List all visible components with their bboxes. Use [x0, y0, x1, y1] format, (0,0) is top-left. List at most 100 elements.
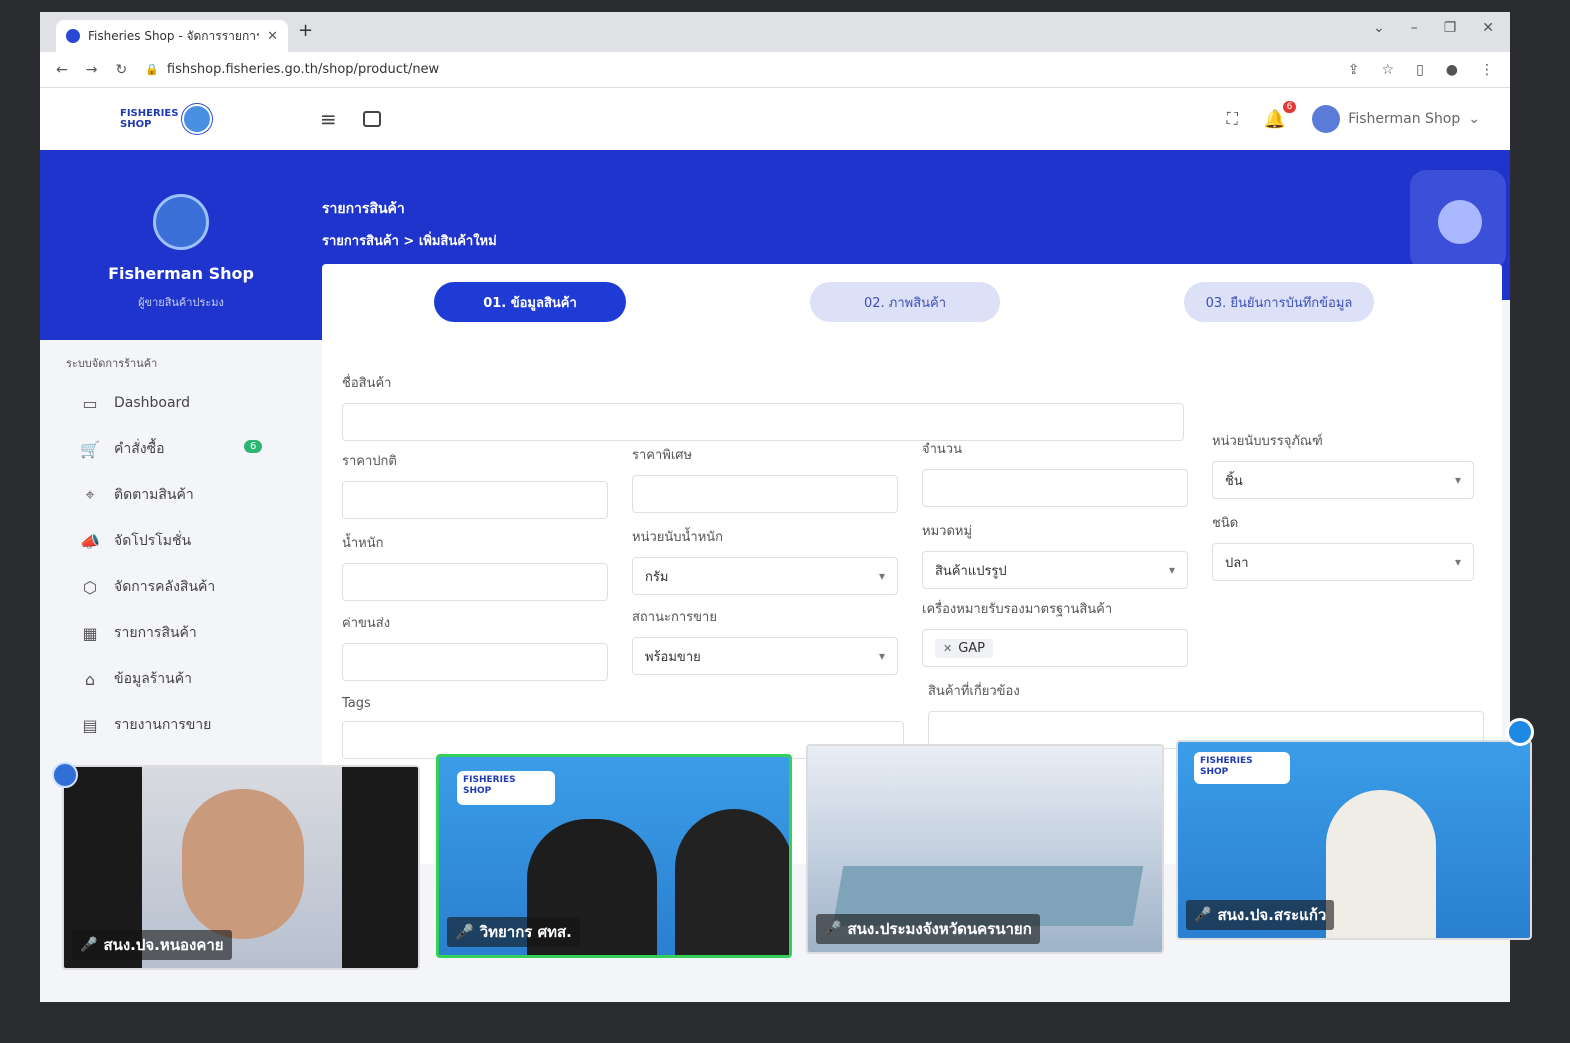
participant-video [675, 809, 789, 955]
profile-icon[interactable]: ● [1446, 62, 1458, 78]
muted-mic-icon: 🎤 [824, 921, 842, 937]
hamburger-menu-icon[interactable]: ≡ [320, 107, 337, 131]
browser-actions: ⇪ ☆ ▯ ● ⋮ [1348, 62, 1494, 78]
package-unit-select[interactable]: ชิ้น [1212, 461, 1474, 499]
participant-face [182, 789, 304, 939]
video-tile-3[interactable]: 🎤 สนง.ประมงจังหวัดนครนายก [806, 744, 1164, 954]
report-icon: ▤ [82, 715, 98, 735]
standard-multiselect[interactable]: ✕ GAP [922, 629, 1188, 667]
special-price-input[interactable] [632, 475, 898, 513]
sidepanel-icon[interactable]: ▯ [1416, 62, 1424, 78]
profile-avatar [153, 194, 209, 250]
shop-logo-overlay: FISHERIES SHOP [457, 771, 555, 805]
quantity-field: จำนวน [922, 438, 1188, 507]
normal-price-input[interactable] [342, 481, 608, 519]
participant-label: 🎤 วิทยากร ศทส. [447, 917, 580, 947]
weight-input[interactable] [342, 563, 608, 601]
sidebar-item-orders[interactable]: 🛒 คำสั่งซื้อ 6 [40, 426, 322, 472]
sidebar-item-dashboard[interactable]: ▭ Dashboard [40, 380, 322, 426]
mic-icon: 🎤 [455, 923, 474, 941]
type-select[interactable]: ปลา [1212, 543, 1474, 581]
store-icon: ⌂ [84, 669, 96, 689]
shop-logo-overlay: FISHERIES SHOP [1194, 752, 1290, 784]
shipping-input[interactable] [342, 643, 608, 681]
share-icon[interactable]: ⇪ [1348, 62, 1360, 78]
muted-mic-icon: 🎤 [1194, 907, 1212, 923]
logo-text: FISHERIES SHOP [120, 108, 179, 130]
participant-label: 🎤 สนง.ประมงจังหวัดนครนายก [816, 914, 1040, 944]
floating-assistant-button[interactable] [1410, 170, 1506, 270]
weight-unit-select[interactable]: กรัม [632, 557, 898, 595]
participant-label: 🎤 สนง.ปจ.สระแก้ว [1186, 900, 1335, 930]
collapse-strip-button[interactable] [1506, 718, 1534, 746]
star-icon[interactable]: ☆ [1382, 62, 1395, 78]
fullscreen-icon[interactable]: ⛶ [1227, 109, 1238, 129]
muted-mic-icon: 🎤 [80, 937, 98, 953]
assistant-icon [1438, 200, 1482, 244]
category-field: หมวดหมู่ สินค้าแปรรูป [922, 520, 1188, 589]
reload-icon[interactable]: ↻ [115, 62, 127, 78]
back-icon[interactable]: ← [56, 62, 68, 78]
quantity-input[interactable] [922, 469, 1188, 507]
bell-icon[interactable]: 🔔 6 [1264, 100, 1297, 130]
message-icon[interactable] [362, 111, 381, 127]
sidebar-item-tracking[interactable]: ⌖ ติดตามสินค้า [40, 472, 322, 518]
restore-icon[interactable]: ❐ [1444, 20, 1457, 36]
orders-count-badge: 6 [244, 440, 263, 453]
participant-video [1326, 790, 1436, 938]
video-tile-4[interactable]: FISHERIES SHOP 🎤 สนง.ปจ.สระแก้ว [1176, 740, 1532, 940]
sidebar-item-inventory[interactable]: ⬡ จัดการคลังสินค้า [40, 564, 322, 610]
profile-role: ผู้ขายสินค้าประมง [138, 296, 224, 309]
weight-field: น้ำหนัก [342, 532, 608, 601]
package-unit-field: หน่วยนับบรรจุภัณฑ์ ชิ้น [1212, 430, 1474, 499]
cart-icon: 🛒 [80, 439, 100, 459]
browser-tabbar: Fisheries Shop - จัดการรายการสินค้า ✕ + … [40, 12, 1510, 52]
close-tab-icon[interactable]: ✕ [267, 29, 278, 44]
sidebar-item-store-info[interactable]: ⌂ ข้อมูลร้านค้า [40, 656, 322, 702]
shop-logo[interactable]: FISHERIES SHOP [120, 99, 224, 139]
video-tile-2[interactable]: FISHERIES SHOP 🎤 วิทยากร ศทส. [436, 754, 792, 958]
type-field: ชนิด ปลา [1212, 512, 1474, 581]
sidebar-item-promotion[interactable]: 📣 จัดโปรโมชั่น [40, 518, 322, 564]
forward-icon[interactable]: → [86, 62, 98, 78]
remove-chip-icon[interactable]: ✕ [943, 642, 952, 655]
close-window-icon[interactable]: ✕ [1482, 20, 1494, 36]
video-call-strip: 🎤 สนง.ปจ.หนองคาย FISHERIES SHOP 🎤 วิทยากร ศ… [0, 740, 1570, 1043]
stepper: 01. ข้อมูลสินค้า 02. ภาพสินค้า 03. ยืนยั… [322, 282, 1502, 324]
standard-chip[interactable]: ✕ GAP [935, 638, 994, 658]
logo-mascot-icon [182, 104, 213, 134]
step-product-info[interactable]: 01. ข้อมูลสินค้า [434, 282, 626, 322]
new-tab-icon[interactable]: + [298, 20, 313, 41]
breadcrumb-path[interactable]: รายการสินค้า > เพิ่มสินค้าใหม่ [322, 230, 497, 251]
menu-icon[interactable]: ⋮ [1480, 62, 1494, 78]
minimize-icon[interactable]: – [1411, 20, 1418, 36]
url-field[interactable]: 🔒 fishshop.fisheries.go.th/shop/product/… [145, 62, 439, 77]
sale-status-field: สถานะการขาย พร้อมขาย [632, 606, 898, 675]
video-tile-1[interactable]: 🎤 สนง.ปจ.หนองคาย [62, 765, 420, 970]
step-confirm[interactable]: 03. ยืนยันการบันทึกข้อมูล [1184, 282, 1374, 322]
sidebar-section-title: ระบบจัดการร้านค้า [66, 357, 158, 370]
product-name-input[interactable] [342, 403, 1184, 441]
sale-status-select[interactable]: พร้อมขาย [632, 637, 898, 675]
profile-panel: Fisherman Shop ผู้ขายสินค้าประมง [40, 150, 322, 340]
product-name-field: ชื่อสินค้า [342, 372, 1184, 441]
app-header: FISHERIES SHOP ≡ ⛶ 🔔 6 Fisherman Shop ⌄ [40, 88, 1510, 150]
favicon-icon [66, 29, 80, 43]
calendar-icon: ▦ [82, 623, 98, 643]
sidebar-item-products[interactable]: ▦ รายการสินค้า [40, 610, 322, 656]
notification-badge: 6 [1282, 100, 1297, 113]
special-price-field: ราคาพิเศษ [632, 444, 898, 513]
chevron-down-icon[interactable]: ⌄ [1373, 20, 1385, 36]
monitor-icon: ▭ [82, 393, 98, 413]
standard-field: เครื่องหมายรับรองมาตรฐานสินค้า ✕ GAP [922, 598, 1188, 667]
video-layout-icon[interactable] [52, 762, 78, 788]
category-select[interactable]: สินค้าแปรรูป [922, 551, 1188, 589]
location-icon: ⌖ [85, 485, 95, 504]
page-title: รายการสินค้า [322, 201, 405, 217]
participant-label: 🎤 สนง.ปจ.หนองคาย [72, 930, 232, 960]
browser-tab[interactable]: Fisheries Shop - จัดการรายการสินค้า ✕ [56, 20, 288, 52]
user-menu[interactable]: Fisherman Shop ⌄ [1312, 105, 1480, 133]
shipping-field: ค่าขนส่ง [342, 612, 608, 681]
chevron-down-icon: ⌄ [1468, 111, 1480, 127]
step-product-images[interactable]: 02. ภาพสินค้า [810, 282, 1000, 322]
